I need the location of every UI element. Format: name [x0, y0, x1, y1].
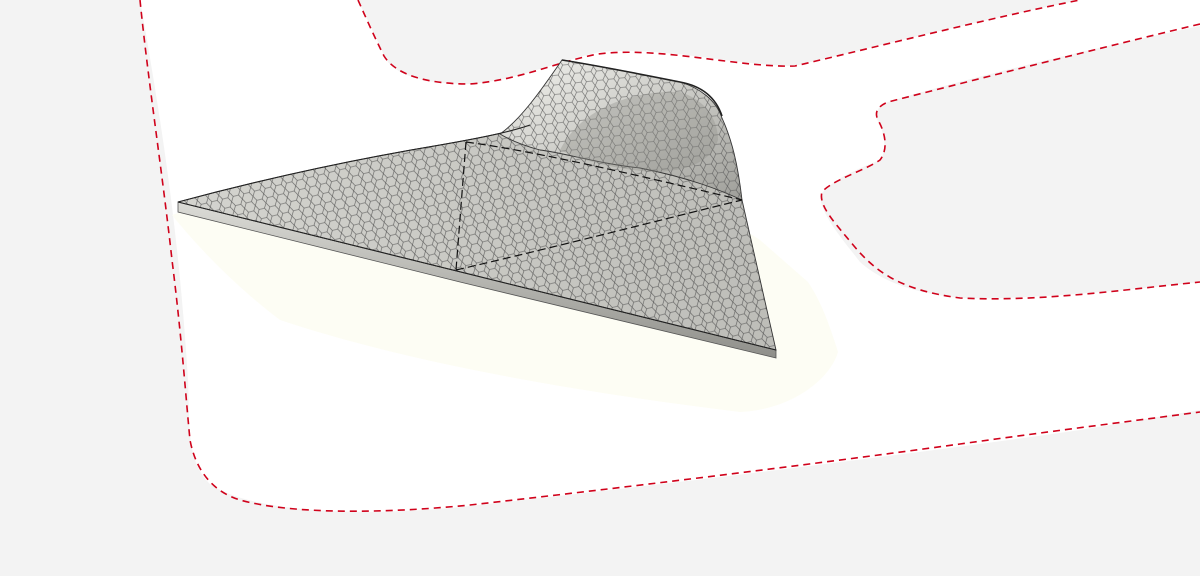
viewport-canvas[interactable] [0, 0, 1200, 576]
modeling-viewport[interactable] [0, 0, 1200, 576]
